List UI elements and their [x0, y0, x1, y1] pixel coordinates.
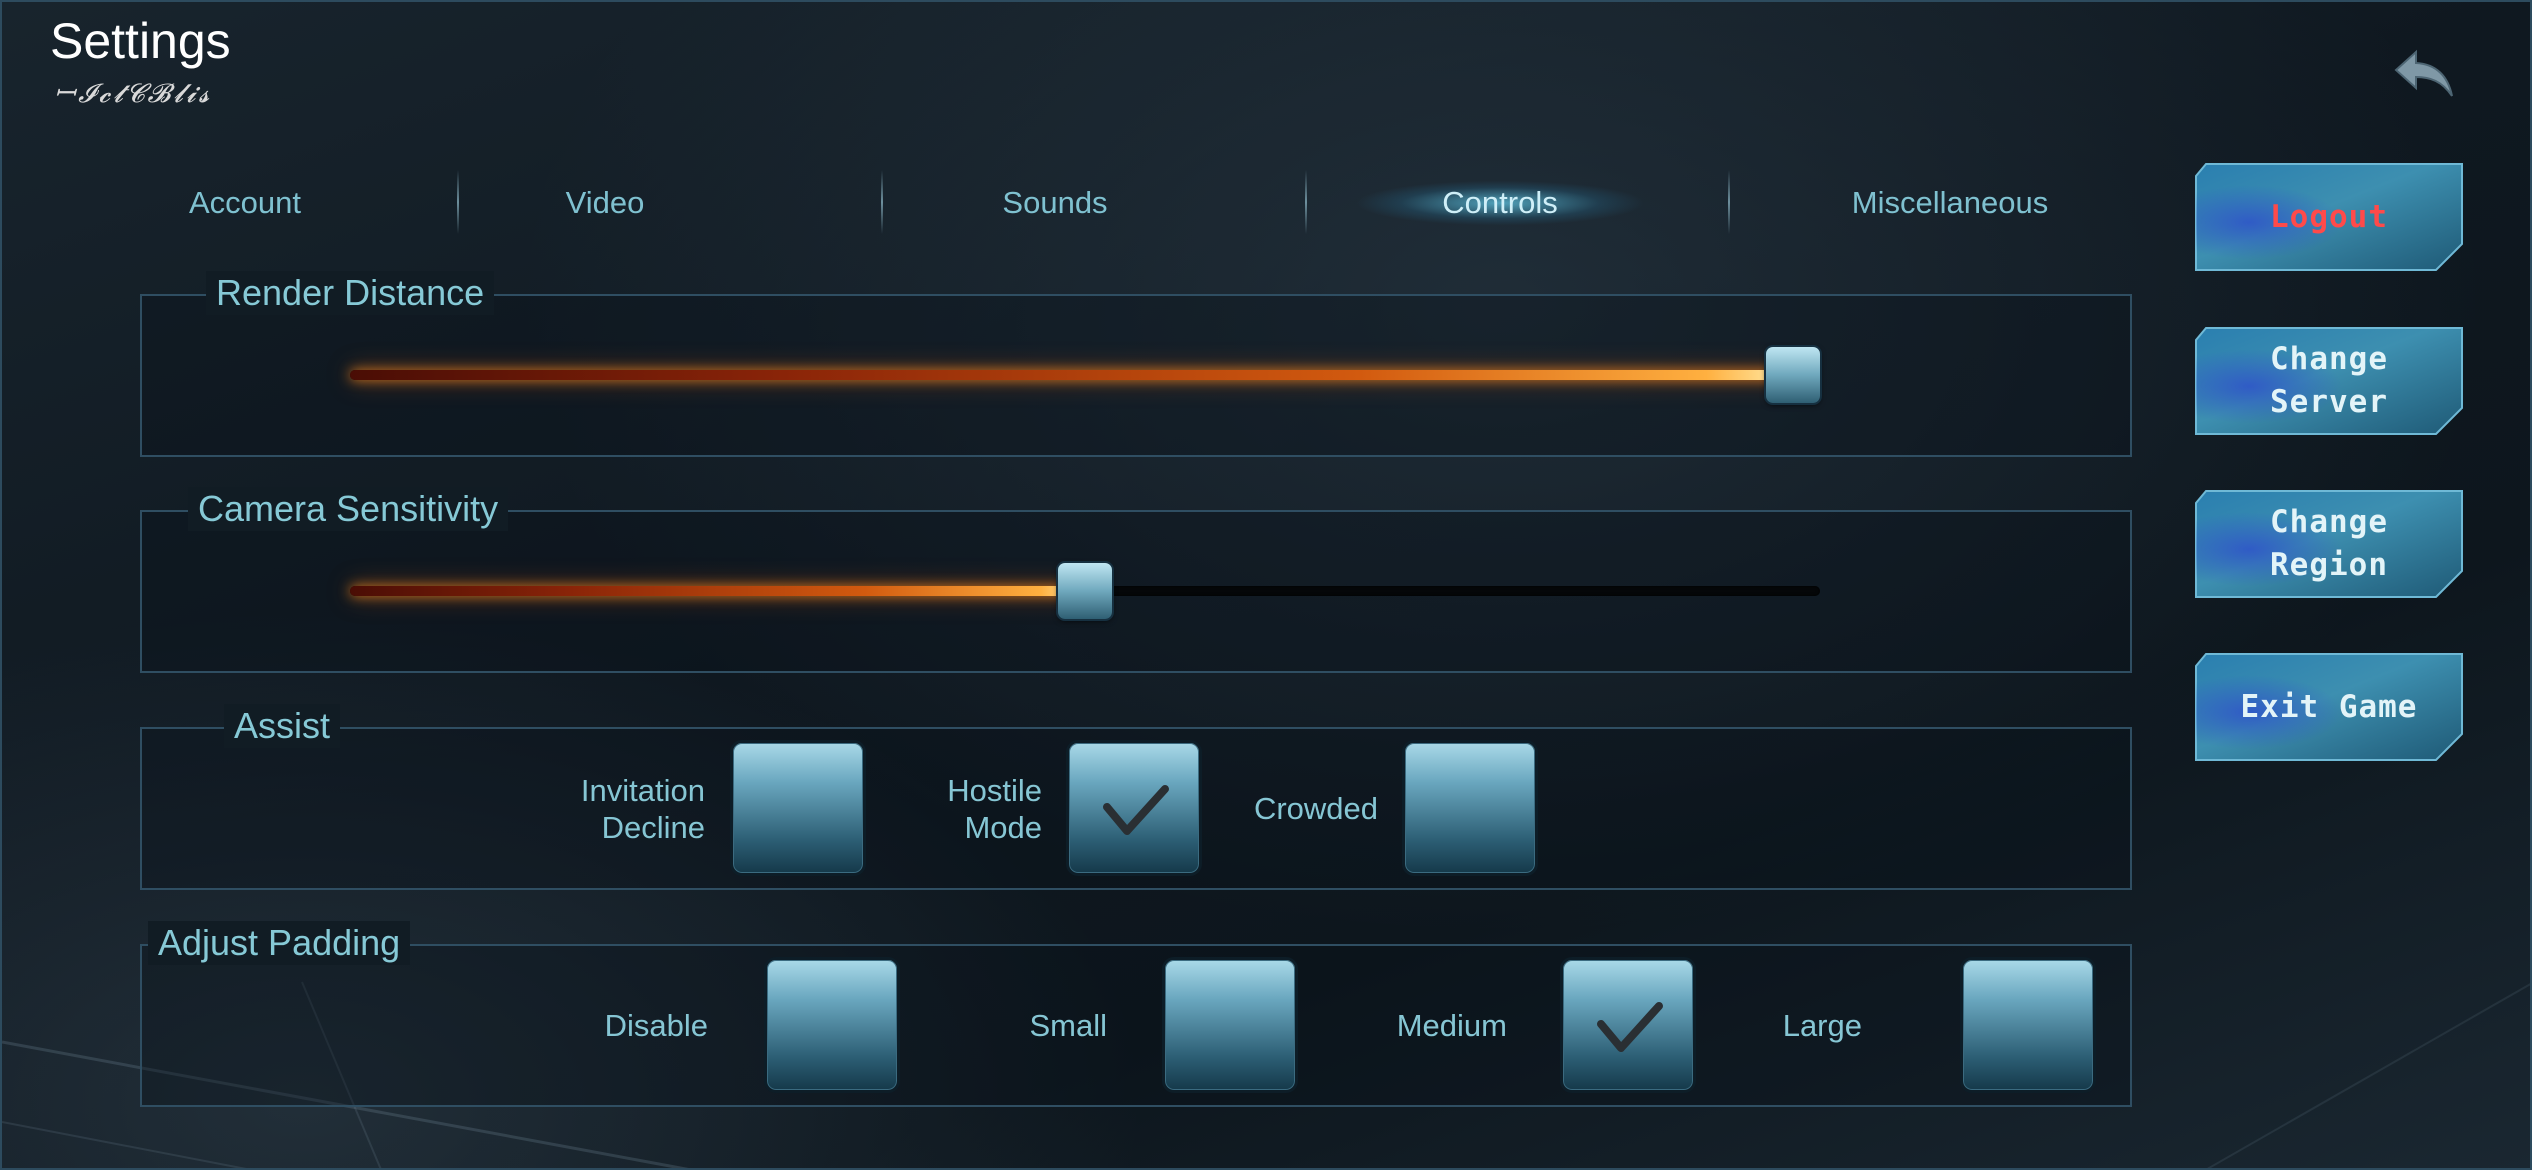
- back-arrow-icon: [2394, 49, 2453, 97]
- camera-sensitivity-label: Camera Sensitivity: [188, 487, 509, 531]
- camera-sensitivity-slider[interactable]: [350, 563, 1820, 619]
- page-subtitle: ꟷ𝓘𝓬𝓽𝓒𝓑𝓵𝓲𝓼: [54, 79, 213, 109]
- hostile-mode-checkbox[interactable]: [1066, 740, 1202, 876]
- adjust-padding-label: Adjust Padding: [148, 921, 411, 965]
- tab-divider: [1728, 170, 1730, 234]
- page-title: Settings: [50, 13, 231, 69]
- settings-screen: Settings ꟷ𝓘𝓬𝓽𝓒𝓑𝓵𝓲𝓼 Account Video Sounds …: [0, 0, 2532, 1170]
- padding-medium-label: Medium: [1396, 1008, 1507, 1043]
- invitation-decline-label: Invitation Decline: [580, 773, 705, 845]
- change-region-button-label: Change Region: [2270, 504, 2388, 583]
- camera-sensitivity-slider-fill: [350, 586, 1085, 596]
- padding-large-label: Large: [1782, 1008, 1862, 1043]
- logout-button[interactable]: Logout: [2194, 162, 2464, 272]
- crowded-checkbox[interactable]: [1402, 740, 1538, 876]
- render-distance-slider-fill: [350, 370, 1793, 380]
- padding-small-checkbox[interactable]: [1162, 957, 1298, 1093]
- render-distance-label: Render Distance: [206, 271, 495, 315]
- padding-disable-label: Disable: [604, 1008, 708, 1043]
- tab-controls[interactable]: Controls: [1320, 162, 1680, 244]
- padding-large-checkbox[interactable]: [1960, 957, 2096, 1093]
- change-server-button[interactable]: Change Server: [2194, 326, 2464, 436]
- padding-medium-checkbox[interactable]: [1560, 957, 1696, 1093]
- change-server-button-label: Change Server: [2270, 341, 2388, 420]
- tab-video[interactable]: Video: [470, 162, 740, 244]
- tab-miscellaneous[interactable]: Miscellaneous: [1770, 162, 2130, 244]
- render-distance-slider[interactable]: [350, 347, 1820, 403]
- hostile-mode-label: Hostile Mode: [947, 773, 1042, 845]
- tab-account[interactable]: Account: [140, 162, 350, 244]
- logout-button-label: Logout: [2270, 198, 2388, 235]
- camera-sensitivity-slider-handle[interactable]: [1058, 563, 1112, 619]
- exit-game-button[interactable]: Exit Game: [2194, 652, 2464, 762]
- tab-sounds[interactable]: Sounds: [895, 162, 1215, 244]
- assist-label: Assist: [224, 704, 341, 748]
- tab-divider: [1305, 170, 1307, 234]
- tab-divider: [457, 170, 459, 234]
- back-button[interactable]: [2390, 44, 2460, 104]
- padding-disable-checkbox[interactable]: [764, 957, 900, 1093]
- change-region-button[interactable]: Change Region: [2194, 489, 2464, 599]
- invitation-decline-checkbox[interactable]: [730, 740, 866, 876]
- render-distance-slider-handle[interactable]: [1766, 347, 1820, 403]
- crowded-label: Crowded: [1253, 791, 1378, 826]
- padding-small-label: Small: [1029, 1008, 1107, 1043]
- exit-game-button-label: Exit Game: [2240, 688, 2418, 725]
- tab-divider: [881, 170, 883, 234]
- settings-tabs: Account Video Sounds Controls Miscellane…: [140, 162, 2130, 244]
- checkmark-icon: [1103, 785, 1169, 835]
- checkmark-icon: [1597, 1002, 1663, 1052]
